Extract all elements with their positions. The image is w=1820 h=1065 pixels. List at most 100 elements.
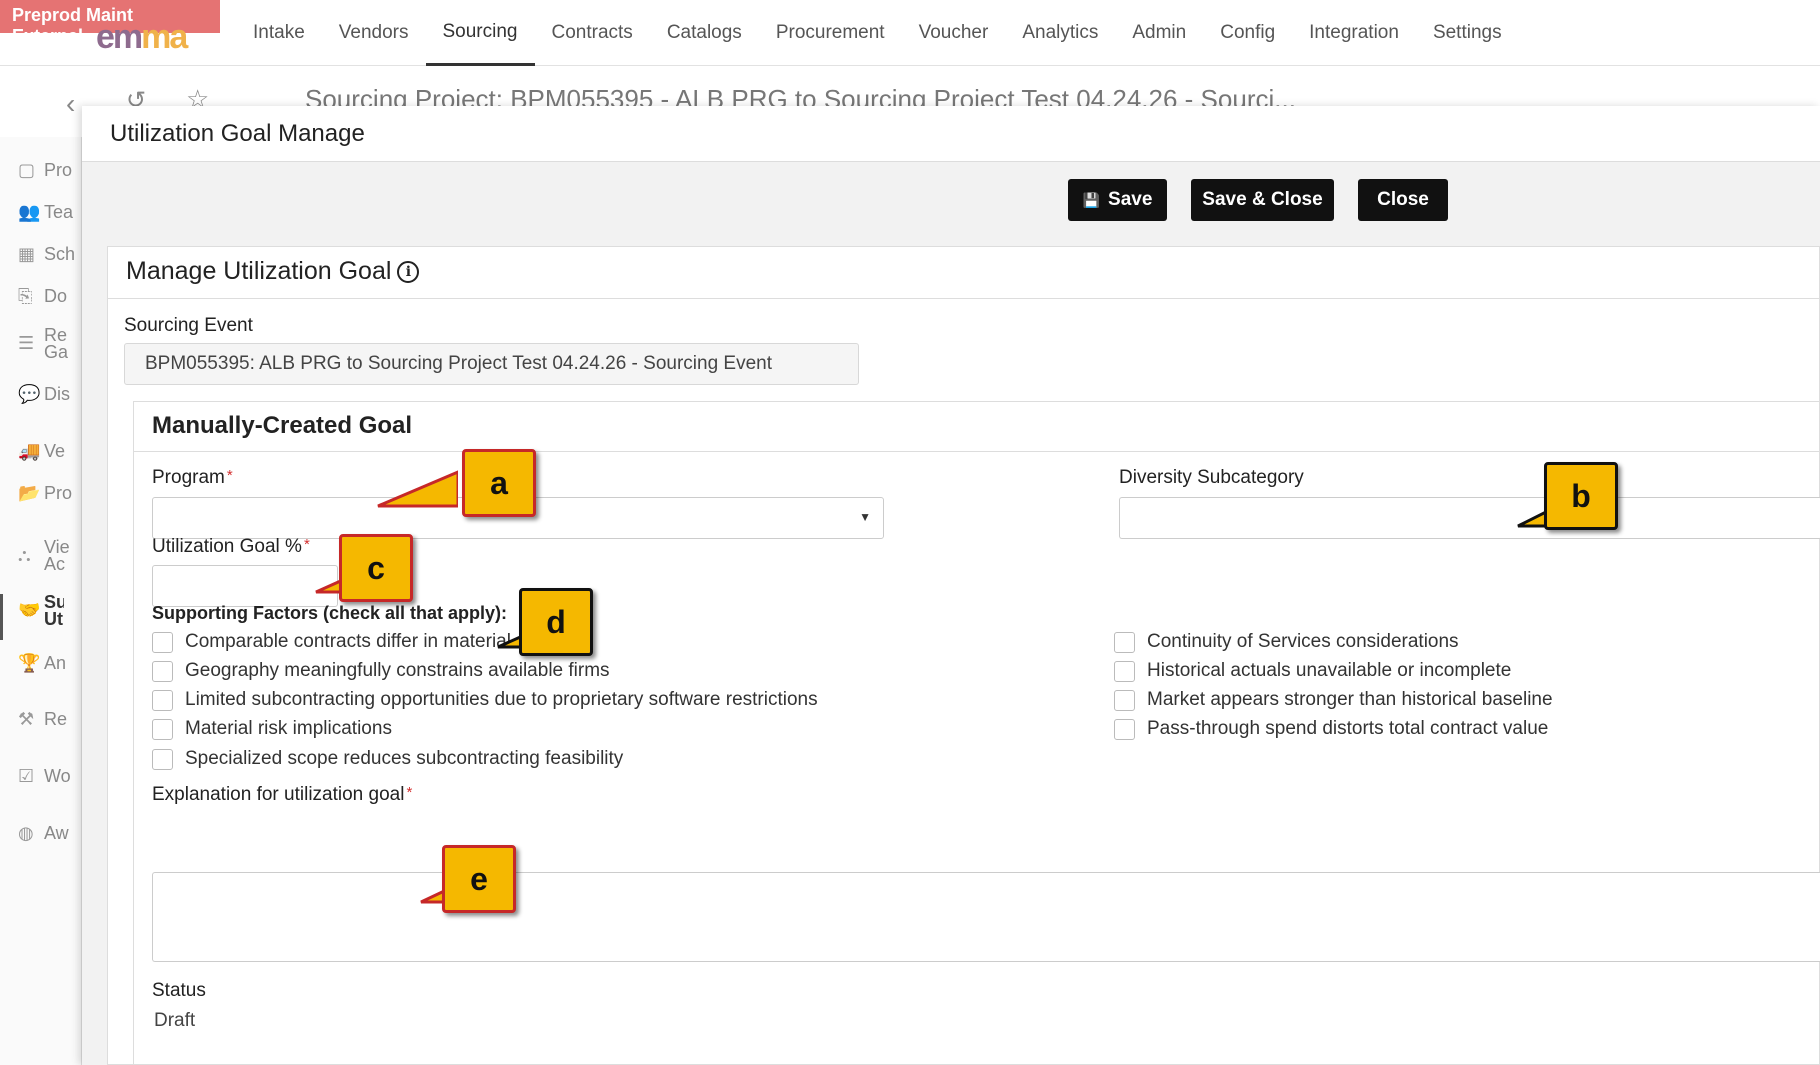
diversity-subcategory-label: Diversity Subcategory xyxy=(1119,467,1304,488)
info-icon[interactable]: i xyxy=(397,261,420,284)
checkbox[interactable] xyxy=(152,631,173,653)
checkbox[interactable] xyxy=(1114,718,1135,740)
status-label: Status xyxy=(152,980,206,1001)
nav-config[interactable]: Config xyxy=(1203,0,1292,66)
factor-checkbox-row[interactable]: Pass-through spend distorts total contra… xyxy=(1114,718,1548,744)
left-nav-item-discussion[interactable]: 💬 Dis xyxy=(18,384,82,405)
utilization-goal-label: Utilization Goal % * xyxy=(152,536,310,558)
explanation-textarea[interactable] xyxy=(152,872,1820,962)
callout-e: e xyxy=(442,845,516,913)
checkbox[interactable] xyxy=(152,689,173,711)
nav-analytics[interactable]: Analytics xyxy=(1005,0,1115,66)
left-nav-item-review[interactable]: ⚒ Re xyxy=(18,709,82,730)
required-marker: * xyxy=(406,784,413,801)
nav-vendors[interactable]: Vendors xyxy=(322,0,426,66)
left-nav-item-workflow[interactable]: ☑ Wo xyxy=(18,766,82,787)
nav-voucher[interactable]: Voucher xyxy=(902,0,1006,66)
factor-checkbox-row[interactable]: Limited subcontracting opportunities due… xyxy=(152,689,818,715)
save-button-label: Save xyxy=(1108,189,1153,210)
goal-section-header: Manually-Created Goal xyxy=(134,402,1820,452)
binoculars-icon: ⛬ xyxy=(18,545,31,565)
save-close-button[interactable]: Save & Close xyxy=(1191,179,1334,221)
list-icon: ☰ xyxy=(18,333,35,353)
modal-title: Utilization Goal Manage xyxy=(110,120,365,147)
left-nav-item-awards[interactable]: ◍ Aw xyxy=(18,823,82,844)
required-marker: * xyxy=(303,536,310,553)
utilization-goal-label-text: Utilization Goal % xyxy=(152,536,302,557)
left-nav-item-proposals[interactable]: 📂 Pro xyxy=(18,483,82,504)
callout-c: c xyxy=(339,534,413,602)
emma-logo[interactable]: emma xyxy=(96,18,188,57)
required-marker: * xyxy=(226,467,233,484)
program-label-text: Program xyxy=(152,467,225,488)
award-icon: ◍ xyxy=(18,823,34,843)
nav-integration[interactable]: Integration xyxy=(1292,0,1416,66)
left-nav-item-requirements[interactable]: ☰ Re Ga xyxy=(18,327,82,361)
project-left-nav: ▢ Pro 👥 Tea ▦ Sch ⎘ Do ☰ Re Ga 💬 Dis 🚚 Ve 📂 Pro … xyxy=(0,137,82,1065)
nav-sourcing[interactable]: Sourcing xyxy=(425,0,535,66)
modal-header: Utilization Goal Manage xyxy=(82,106,1820,162)
sourcing-event-label: Sourcing Event xyxy=(124,315,253,336)
callout-a: a xyxy=(462,449,536,517)
chevron-left-icon[interactable]: ‹ xyxy=(66,88,75,120)
checkbox[interactable] xyxy=(152,748,173,770)
checkbox[interactable] xyxy=(152,718,173,740)
nav-contracts[interactable]: Contracts xyxy=(535,0,650,66)
factor-checkbox-row[interactable]: Historical actuals unavailable or incomp… xyxy=(1114,660,1511,686)
callout-d: d xyxy=(519,588,593,656)
handshake-icon: 🤝 xyxy=(18,600,41,620)
callout-b: b xyxy=(1544,462,1618,530)
team-icon: 👥 xyxy=(18,202,41,222)
nav-admin[interactable]: Admin xyxy=(1115,0,1203,66)
close-button-label: Close xyxy=(1377,189,1429,210)
close-button[interactable]: Close xyxy=(1358,179,1448,221)
checkbox[interactable] xyxy=(1114,631,1135,653)
left-nav-item-team[interactable]: 👥 Tea xyxy=(18,202,82,223)
truck-icon: 🚚 xyxy=(18,441,41,461)
nav-settings[interactable]: Settings xyxy=(1416,0,1519,66)
logo-text-1: em xyxy=(96,18,143,56)
callout-a-tail xyxy=(377,470,458,508)
logo-text-2: ma xyxy=(141,18,188,56)
nav-procurement[interactable]: Procurement xyxy=(759,0,902,66)
goal-section-title: Manually-Created Goal xyxy=(152,412,413,439)
factor-checkbox-row[interactable]: Geography meaningfully constrains availa… xyxy=(152,660,610,686)
diversity-subcategory-field[interactable] xyxy=(1119,497,1820,539)
sourcing-event-field: BPM055395: ALB PRG to Sourcing Project T… xyxy=(124,343,859,385)
factor-checkbox-row[interactable]: Material risk implications xyxy=(152,718,392,744)
panel-title: Manage Utilization Goal i xyxy=(126,257,420,286)
trophy-icon: 🏆 xyxy=(18,653,41,673)
gavel-icon: ⚒ xyxy=(18,709,35,729)
save-button[interactable]: 💾 Save xyxy=(1068,179,1167,221)
explanation-label-text: Explanation for utilization goal xyxy=(152,784,405,805)
status-value: Draft xyxy=(154,1010,196,1031)
panel-header: Manage Utilization Goal i xyxy=(108,247,1819,299)
top-nav-bar: Preprod Maint External emma Intake Vendo… xyxy=(0,0,1820,66)
left-nav-item-project[interactable]: ▢ Pro xyxy=(18,160,82,181)
factor-checkbox-row[interactable]: Market appears stronger than historical … xyxy=(1114,689,1553,715)
supporting-factors-label: Supporting Factors (check all that apply… xyxy=(152,603,508,623)
checkbox-icon: ☑ xyxy=(18,766,35,786)
nav-catalogs[interactable]: Catalogs xyxy=(650,0,759,66)
folder-icon: 📂 xyxy=(18,483,41,503)
left-nav-item-schedule[interactable]: ▦ Sch xyxy=(18,244,82,265)
checkbox[interactable] xyxy=(1114,660,1135,682)
chat-icon: 💬 xyxy=(18,384,41,404)
program-label: Program * xyxy=(152,467,233,489)
calendar-icon: ▦ xyxy=(18,244,36,264)
factor-checkbox-row[interactable]: Specialized scope reduces subcontracting… xyxy=(152,748,623,774)
factor-checkbox-row[interactable]: Continuity of Services considerations xyxy=(1114,631,1459,657)
caret-down-icon: ▼ xyxy=(859,510,871,524)
main-nav: Intake Vendors Sourcing Contracts Catalo… xyxy=(236,0,1519,66)
checkbox[interactable] xyxy=(1114,689,1135,711)
panel-title-text: Manage Utilization Goal xyxy=(126,257,392,285)
document-icon: ⎘ xyxy=(18,286,33,306)
save-icon: 💾 xyxy=(1082,191,1101,208)
nav-intake[interactable]: Intake xyxy=(236,0,322,66)
left-nav-item-subcontracting-utilization[interactable]: 🤝Sub Uti xyxy=(0,594,64,640)
left-nav-item-view-activity[interactable]: ⛬ Vie Ac xyxy=(18,539,82,573)
left-nav-item-award[interactable]: 🏆 An xyxy=(18,653,82,674)
left-nav-item-vendors[interactable]: 🚚 Ve xyxy=(18,441,82,462)
left-nav-item-documents[interactable]: ⎘ Do xyxy=(18,286,82,307)
checkbox[interactable] xyxy=(152,660,173,682)
